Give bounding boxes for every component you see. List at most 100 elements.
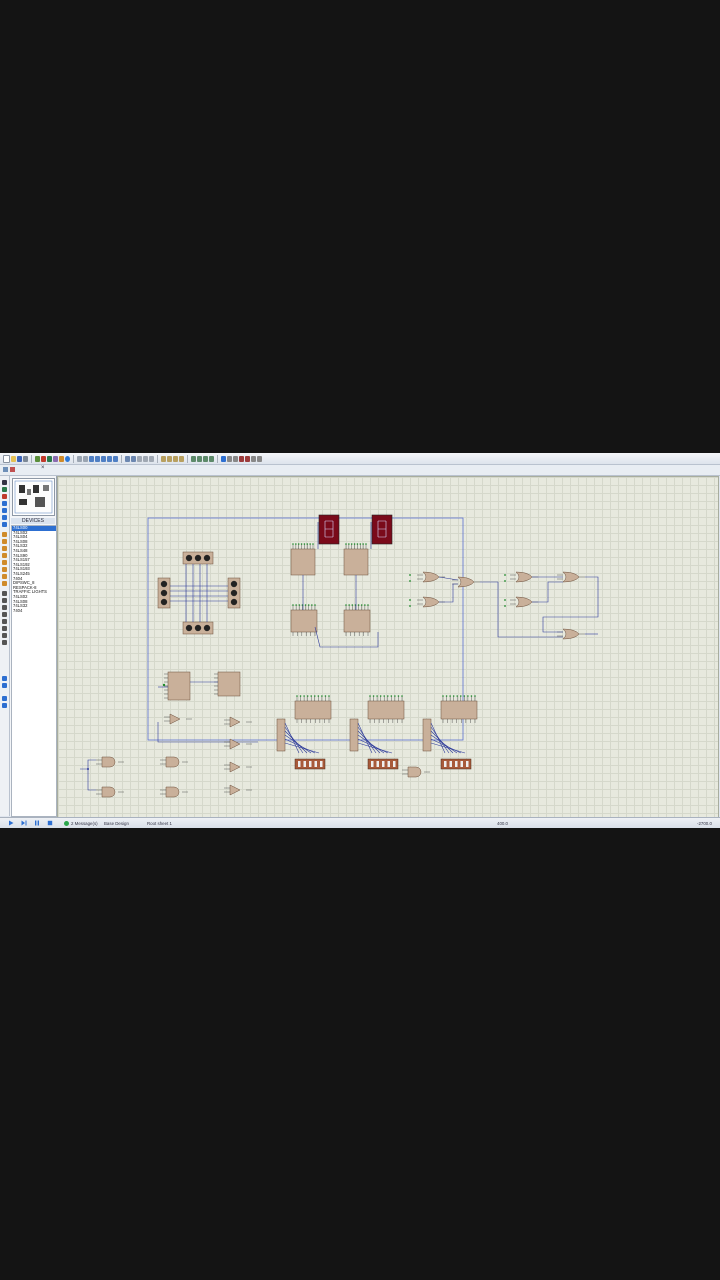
devices-header: DEVICES (11, 518, 55, 524)
schematic-icon[interactable] (41, 455, 46, 462)
graph-icon[interactable] (2, 546, 7, 551)
package-tool-icon[interactable] (203, 455, 208, 462)
pin-dot (409, 605, 411, 607)
marker-2d-icon[interactable] (2, 640, 7, 645)
voltage-probe-icon[interactable] (2, 567, 7, 572)
dip-toggle (466, 761, 469, 767)
overview-preview[interactable] (12, 478, 55, 516)
preview-thumbnail (14, 480, 53, 514)
pin-dot (459, 695, 462, 697)
rotate-cw-icon[interactable] (2, 676, 7, 681)
3d-view-icon[interactable] (53, 455, 58, 462)
messages-count[interactable]: 2 Message(s) (71, 821, 98, 826)
new-sheet-icon[interactable] (239, 455, 244, 462)
generator-icon[interactable] (2, 560, 7, 565)
mirror-y-icon[interactable] (2, 703, 7, 708)
tab-schematic-icon[interactable] (10, 467, 15, 472)
bom-icon[interactable] (59, 455, 64, 462)
messages-status-icon[interactable] (64, 821, 69, 826)
buses-icon[interactable] (2, 515, 7, 520)
pin-dot (296, 695, 298, 697)
terminals-icon[interactable] (2, 532, 7, 537)
make-device-icon[interactable] (197, 455, 202, 462)
remove-sheet-icon[interactable] (245, 455, 250, 462)
home-icon[interactable] (35, 455, 40, 462)
block-rotate-icon[interactable] (173, 455, 178, 462)
close-icon[interactable] (23, 455, 28, 462)
wire (439, 583, 458, 603)
pause-icon[interactable] (34, 820, 40, 826)
symbol-2d-icon[interactable] (2, 633, 7, 638)
dip-toggle (387, 761, 390, 767)
redo-icon[interactable] (131, 455, 136, 462)
wire-autorouter-icon[interactable] (221, 455, 226, 462)
wire (438, 576, 459, 581)
pin-dot (304, 604, 307, 606)
text-script-icon[interactable] (2, 508, 7, 513)
rotate-ccw-icon[interactable] (2, 683, 7, 688)
virtual-instruments-icon[interactable] (2, 581, 7, 586)
stop-icon[interactable] (47, 820, 53, 826)
pin-dot (348, 543, 350, 545)
mirror-x-icon[interactable] (2, 696, 7, 701)
selection-mode-icon[interactable] (2, 480, 7, 485)
junction-dot-icon[interactable] (2, 494, 7, 499)
play-icon[interactable] (8, 820, 14, 826)
path-2d-icon[interactable] (2, 619, 7, 624)
wire (357, 730, 381, 754)
seven-segment-display (318, 514, 340, 545)
circle-2d-icon[interactable] (2, 605, 7, 610)
pin-dot (303, 695, 305, 697)
cut-icon[interactable] (137, 455, 142, 462)
pan-icon[interactable] (89, 455, 94, 462)
pick-device-icon[interactable] (191, 455, 196, 462)
device-pins-icon[interactable] (2, 539, 7, 544)
electrical-check-icon[interactable] (257, 455, 262, 462)
wire-label-icon[interactable] (2, 501, 7, 506)
pin-dot (456, 695, 459, 697)
box-2d-icon[interactable] (2, 598, 7, 603)
pin-dot (365, 543, 367, 545)
pin-dot (367, 604, 369, 606)
undo-icon[interactable] (125, 455, 130, 462)
new-file-icon[interactable] (3, 454, 10, 463)
decompose-icon[interactable] (209, 455, 214, 462)
copy-icon[interactable] (143, 455, 148, 462)
component-mode-icon[interactable] (2, 487, 7, 492)
text-2d-icon[interactable] (2, 626, 7, 631)
open-file-icon[interactable] (11, 455, 16, 462)
block-delete-icon[interactable] (179, 455, 184, 462)
device-list-item[interactable]: 7404 (12, 608, 56, 614)
tab-home-icon[interactable] (3, 467, 8, 472)
help-icon[interactable] (65, 455, 70, 462)
resistor-pack (422, 718, 432, 752)
block-move-icon[interactable] (167, 455, 172, 462)
zoom-in-icon[interactable] (95, 455, 100, 462)
subcircuit-icon[interactable] (2, 522, 7, 527)
save-icon[interactable] (17, 455, 22, 462)
property-assign-icon[interactable] (233, 455, 238, 462)
schematic-canvas[interactable] (57, 476, 719, 819)
arc-2d-icon[interactable] (2, 612, 7, 617)
netlist-icon[interactable] (251, 455, 256, 462)
design-variant[interactable]: Base Design (104, 821, 129, 826)
pcb-icon[interactable] (47, 455, 52, 462)
grid-icon[interactable] (77, 455, 82, 462)
pin-dot (390, 695, 393, 697)
step-icon[interactable] (21, 820, 27, 826)
tape-recorder-icon[interactable] (2, 553, 7, 558)
devices-list[interactable]: 74LS00 74LS02 74LS04 74LS08 74LS32 74LS48 74LS… (11, 525, 57, 817)
ic-chip (290, 609, 318, 633)
zoom-all-icon[interactable] (107, 455, 112, 462)
tab-close-icon[interactable]: × (41, 465, 45, 471)
origin-icon[interactable] (83, 455, 88, 462)
zoom-out-icon[interactable] (101, 455, 106, 462)
pin-dot (470, 695, 473, 697)
search-icon[interactable] (227, 455, 232, 462)
block-copy-icon[interactable] (161, 455, 166, 462)
zoom-area-icon[interactable] (113, 455, 118, 462)
current-probe-icon[interactable] (2, 574, 7, 579)
pin-dot (317, 695, 320, 697)
line-2d-icon[interactable] (2, 591, 7, 596)
paste-icon[interactable] (149, 455, 154, 462)
